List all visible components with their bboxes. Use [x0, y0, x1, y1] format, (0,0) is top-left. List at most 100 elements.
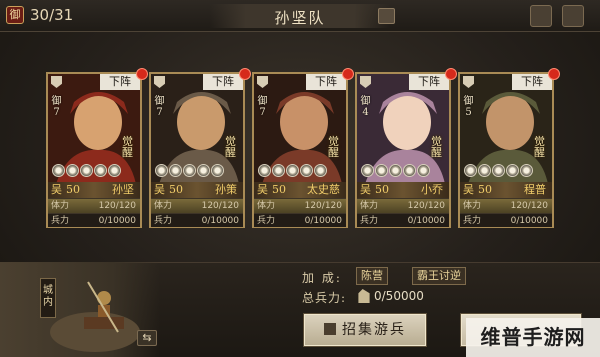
troops-value: 0/10000: [98, 216, 136, 226]
faction: 吴: [257, 183, 268, 196]
star-icon: [389, 164, 402, 177]
star-icon: [66, 164, 79, 177]
troops-label: 兵力: [463, 216, 482, 226]
troops-value: 0/10000: [407, 216, 445, 226]
recruit-icon: [324, 323, 336, 335]
star-rating: [155, 164, 224, 177]
troops-row: 兵力 0/10000: [151, 213, 243, 227]
hero-level: 50: [66, 183, 80, 196]
stamina-value: 120/120: [407, 201, 445, 211]
team-title: 孙坚队: [274, 9, 326, 27]
gear-icon[interactable]: [530, 5, 552, 27]
faction: 吴: [360, 183, 371, 196]
hero-level: 50: [272, 183, 286, 196]
troops-label: 兵力: [154, 216, 173, 226]
hero-name-row: 吴 50 程普: [460, 182, 552, 198]
defense-cost: 御7: [257, 96, 268, 118]
star-icon: [492, 164, 505, 177]
star-icon: [300, 164, 313, 177]
bonus-tag-combo[interactable]: 霸王讨逆: [412, 267, 466, 285]
team-count: 30/31: [30, 6, 74, 24]
share-icon[interactable]: [562, 5, 584, 27]
spear-icon: [154, 76, 165, 88]
hero-name: 孙策: [215, 183, 237, 196]
stamina-label: 体力: [257, 201, 276, 211]
troops-row: 兵力 0/10000: [254, 213, 346, 227]
star-rating: [361, 164, 430, 177]
star-rating: [258, 164, 327, 177]
cost-value: 5: [465, 107, 472, 118]
hero-card[interactable]: 下阵御 7 觉醒吴 50 孙策 体力 120/120 兵力 0/10000: [149, 68, 251, 228]
card-header: 下阵: [460, 68, 560, 90]
hero-card[interactable]: 下阵御 4 觉醒吴 50 小乔 体力 120/120 兵力 0/10000: [355, 68, 457, 228]
unassign-button[interactable]: 下阵: [306, 74, 346, 90]
star-icon: [183, 164, 196, 177]
hero-card[interactable]: 下阵御 7 觉醒吴 50 太史慈 体力 120/120 兵力 0/10000: [252, 68, 354, 228]
unassign-button[interactable]: 下阵: [409, 74, 449, 90]
hero-name-row: 吴 50 太史慈: [254, 182, 346, 198]
stamina-row: 体力 120/120: [151, 198, 243, 213]
unassign-button[interactable]: 下阵: [203, 74, 243, 90]
faction: 吴: [463, 183, 474, 196]
defense-cost: 御5: [463, 96, 474, 118]
stamina-label: 体力: [51, 201, 70, 211]
hero-card[interactable]: 下阵御 5 觉醒吴 50 程普 体力 120/120 兵力 0/10000: [458, 68, 560, 228]
star-icon: [375, 164, 388, 177]
awaken-mark: 觉醒: [431, 135, 442, 159]
star-icon: [520, 164, 533, 177]
stamina-label: 体力: [463, 201, 482, 211]
defense-label: 御: [154, 96, 165, 107]
cost-value: 7: [259, 107, 266, 118]
star-icon: [258, 164, 271, 177]
total-troops-value: 0/50000: [374, 289, 424, 303]
star-icon: [169, 164, 182, 177]
star-icon: [197, 164, 210, 177]
hero-name: 孙坚: [112, 183, 134, 196]
hero-name: 小乔: [421, 183, 443, 196]
hero-name-row: 吴 50 孙策: [151, 182, 243, 198]
hero-name-row: 吴 50 孙坚: [48, 182, 140, 198]
card-header: 下阵: [48, 68, 148, 90]
stamina-label: 体力: [360, 201, 379, 211]
star-icon: [80, 164, 93, 177]
stamina-row: 体力 120/120: [48, 198, 140, 213]
star-icon: [417, 164, 430, 177]
awaken-mark: 觉醒: [225, 135, 236, 159]
edit-icon[interactable]: [378, 8, 395, 24]
hero-card[interactable]: 下阵御 7 觉醒吴 50 孙坚 体力 120/120 兵力 0/10000: [46, 68, 148, 228]
defense-label: 御: [463, 96, 474, 107]
card-header: 下阵: [254, 68, 354, 90]
recruit-button-label: 招集游兵: [342, 322, 406, 338]
star-icon: [108, 164, 121, 177]
crossed-swords-icon: [257, 76, 268, 88]
notification-dot: [239, 68, 251, 80]
defense-cost: 御7: [154, 96, 165, 118]
defense-cost: 御7: [51, 96, 62, 118]
hero-name: 太史慈: [307, 183, 340, 196]
star-icon: [464, 164, 477, 177]
stamina-label: 体力: [154, 201, 173, 211]
card-header: 下阵: [357, 68, 457, 90]
star-icon: [403, 164, 416, 177]
notification-dot: [548, 68, 560, 80]
recruit-button[interactable]: 招集游兵: [304, 314, 426, 346]
unassign-button[interactable]: 下阵: [512, 74, 552, 90]
cost-value: 7: [53, 107, 60, 118]
troops-row: 兵力 0/10000: [460, 213, 552, 227]
star-icon: [52, 164, 65, 177]
stamina-row: 体力 120/120: [357, 198, 449, 213]
troops-row: 兵力 0/10000: [48, 213, 140, 227]
defense-label: 御: [360, 96, 371, 107]
unassign-button[interactable]: 下阵: [100, 74, 140, 90]
top-bar: 御 30/31 孙坚队: [0, 0, 600, 32]
troops-value: 0/10000: [201, 216, 239, 226]
swap-arrows-icon[interactable]: ⇆: [137, 330, 157, 346]
star-icon: [506, 164, 519, 177]
notification-dot: [342, 68, 354, 80]
troops-label: 兵力: [257, 216, 276, 226]
hero-name-row: 吴 50 小乔: [357, 182, 449, 198]
card-header: 下阵: [151, 68, 251, 90]
stamina-row: 体力 120/120: [254, 198, 346, 213]
notification-dot: [136, 68, 148, 80]
bonus-tag-camp[interactable]: 陈营: [356, 267, 388, 285]
